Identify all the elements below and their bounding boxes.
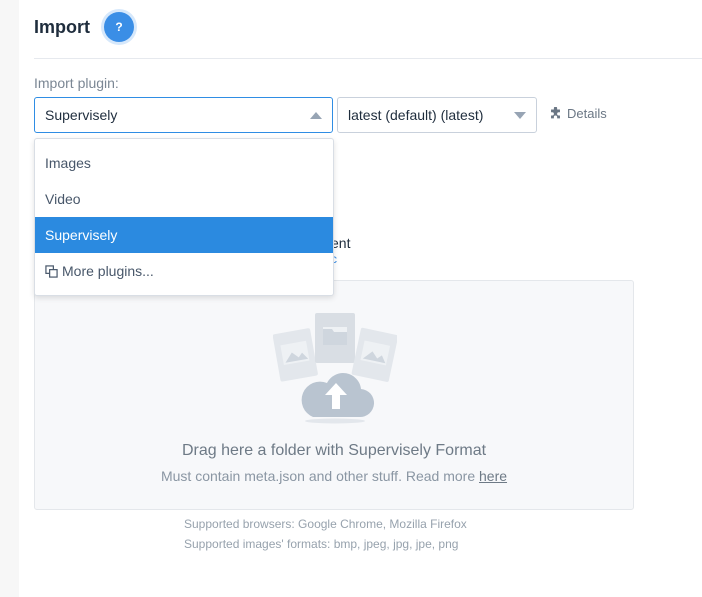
dropdown-option-images[interactable]: Images <box>35 145 333 181</box>
page-header: Import ? <box>34 12 134 42</box>
supported-formats-note: Supported images' formats: bmp, jpeg, jp… <box>184 537 459 551</box>
left-sidebar-strip <box>0 0 19 597</box>
page-title: Import <box>34 16 90 37</box>
dropdown-option-more-plugins[interactable]: More plugins... <box>35 253 333 289</box>
plugin-version-select-value: latest (default) (latest) <box>348 107 484 123</box>
header-divider <box>34 58 702 59</box>
dropdown-option-label: Supervisely <box>45 227 118 243</box>
cloud-upload-icon <box>273 313 397 424</box>
import-plugin-select[interactable]: Supervisely <box>34 97 333 133</box>
dropzone-subtitle: Must contain meta.json and other stuff. … <box>35 468 633 484</box>
upload-dropzone[interactable]: Drag here a folder with Supervisely Form… <box>34 280 634 510</box>
supported-browsers-note: Supported browsers: Google Chrome, Mozil… <box>184 517 467 531</box>
read-more-link[interactable]: here <box>479 468 507 484</box>
details-link-label: Details <box>567 106 607 121</box>
import-plugin-label: Import plugin: <box>34 75 119 91</box>
dropdown-option-label: Images <box>45 155 91 171</box>
chevron-up-icon <box>310 112 322 119</box>
dropdown-option-label: Video <box>45 191 81 207</box>
plugin-version-select[interactable]: latest (default) (latest) <box>337 97 537 133</box>
copy-icon <box>45 264 58 278</box>
chevron-down-icon <box>514 112 526 119</box>
import-plugin-select-value: Supervisely <box>45 107 118 123</box>
details-link[interactable]: Details <box>549 106 607 121</box>
dropzone-subtitle-text: Must contain meta.json and other stuff. … <box>160 468 476 484</box>
help-icon[interactable]: ? <box>104 12 134 42</box>
import-plugin-dropdown: Images Video Supervisely More plugins... <box>34 138 334 296</box>
dropdown-option-supervisely[interactable]: Supervisely <box>35 217 333 253</box>
dropzone-title: Drag here a folder with Supervisely Form… <box>181 442 487 459</box>
puzzle-icon <box>551 107 560 119</box>
dropdown-option-label: More plugins... <box>62 263 154 279</box>
dropdown-option-video[interactable]: Video <box>35 181 333 217</box>
